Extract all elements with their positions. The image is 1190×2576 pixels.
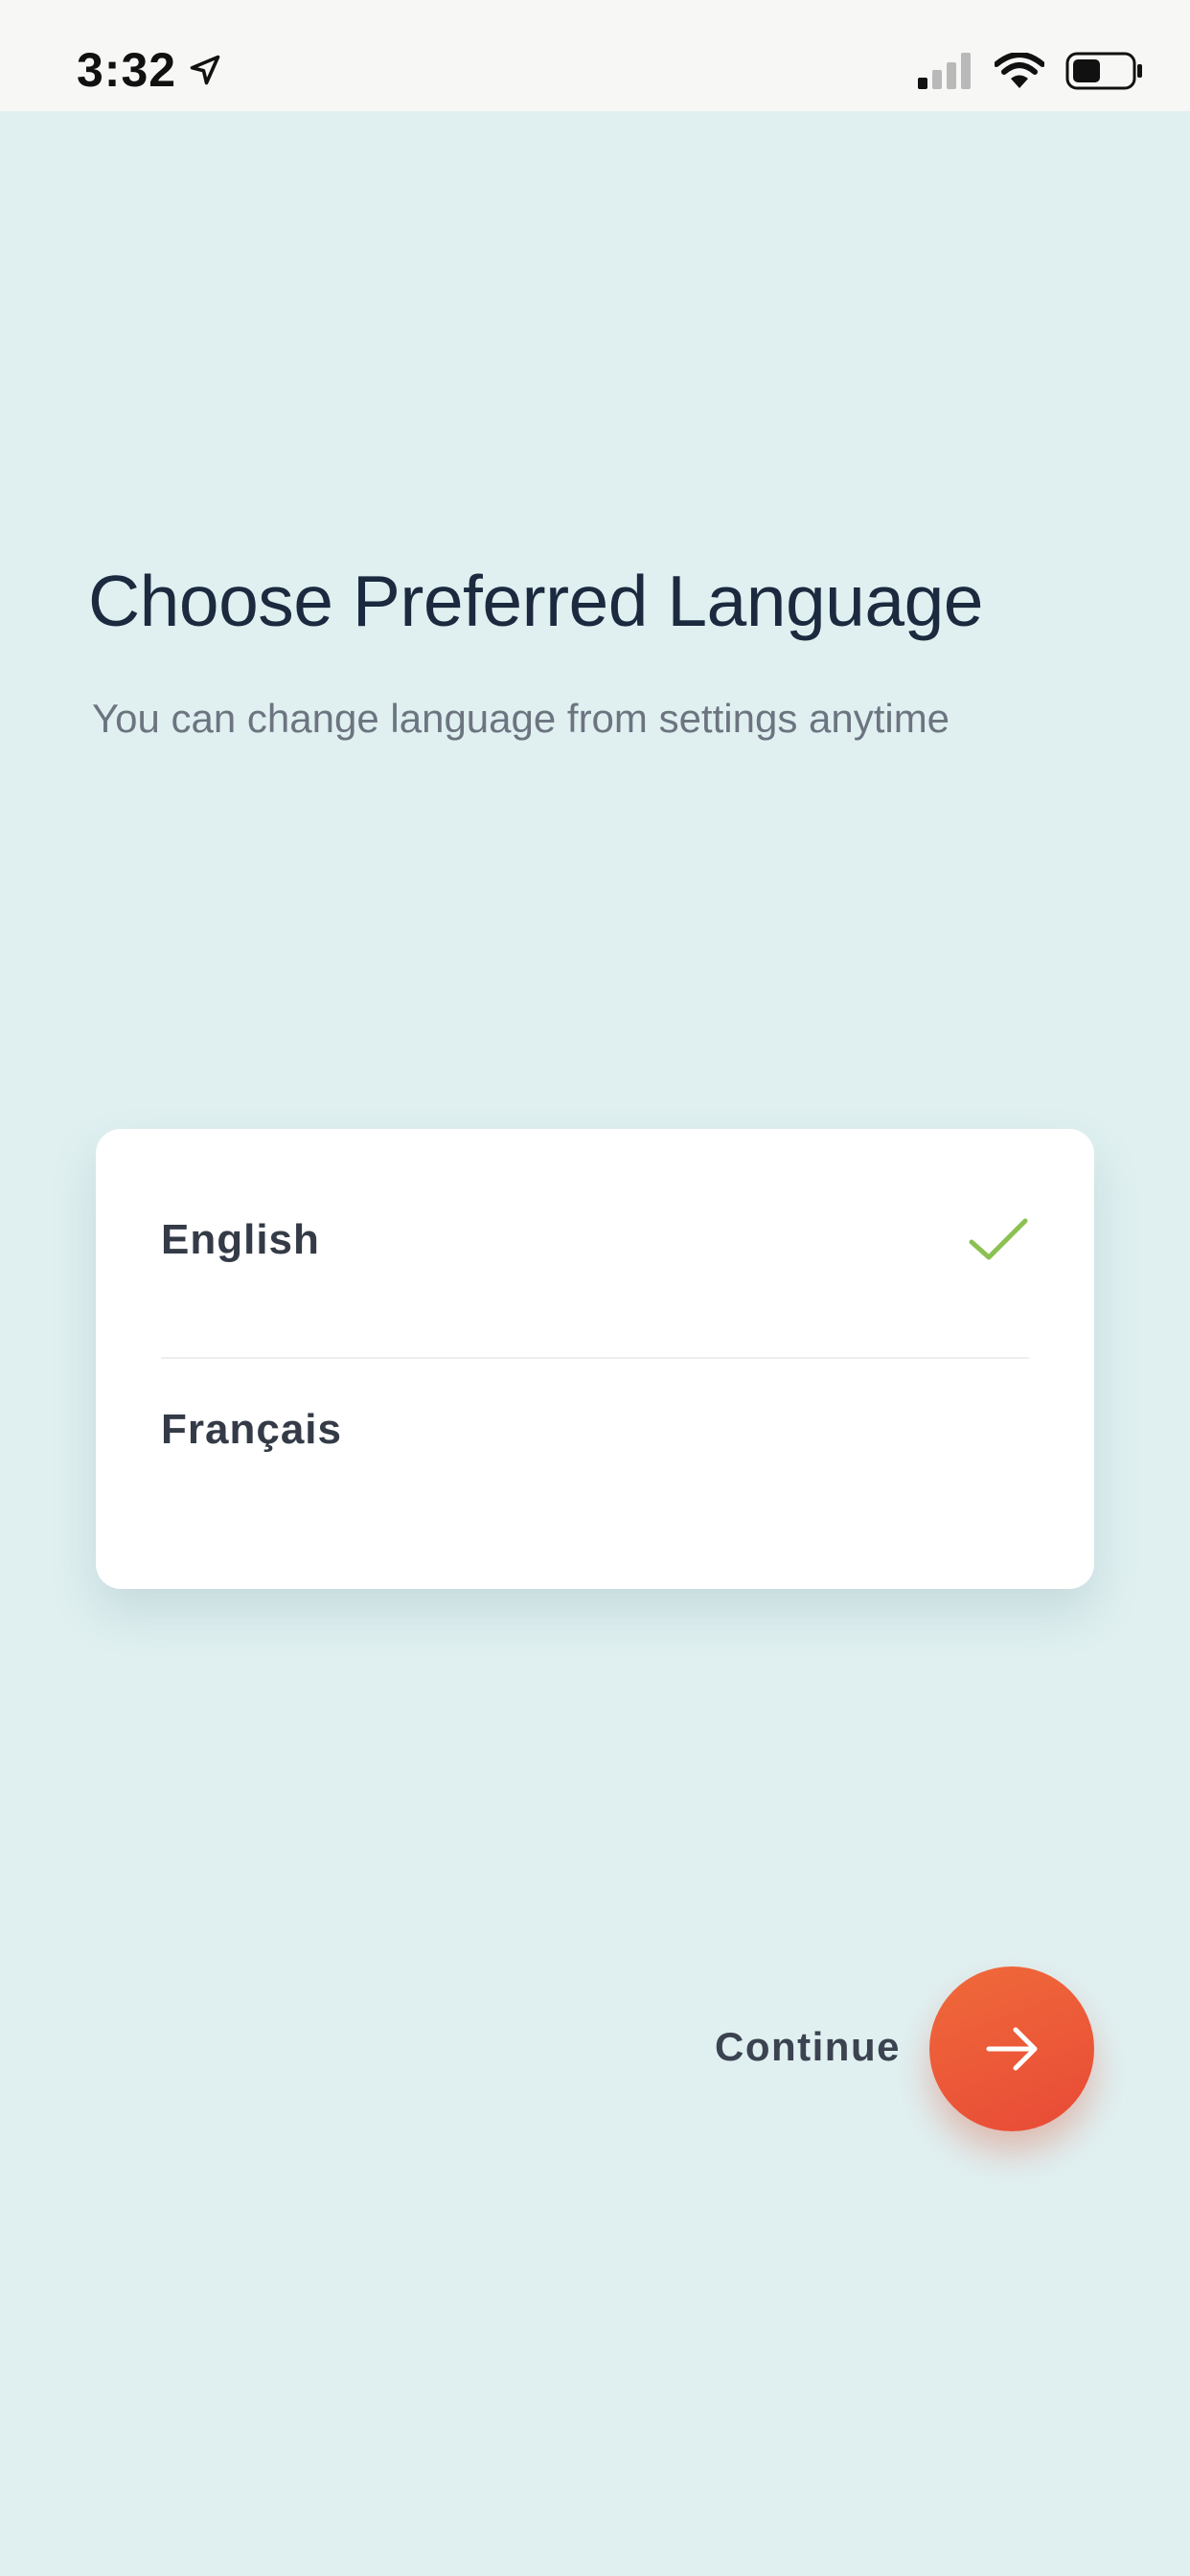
status-time: 3:32 — [77, 43, 177, 97]
status-indicators — [918, 52, 1144, 90]
arrow-right-icon — [981, 2018, 1042, 2080]
cellular-signal-icon — [918, 53, 973, 89]
status-time-group: 3:32 — [77, 42, 222, 98]
wifi-icon — [995, 53, 1044, 89]
status-bar: 3:32 — [0, 0, 1190, 111]
continue-button[interactable] — [929, 1966, 1094, 2131]
language-option-english[interactable]: English — [161, 1144, 1029, 1336]
page-title: Choose Preferred Language — [88, 561, 984, 641]
language-options-card: English Français — [96, 1129, 1094, 1589]
continue-label[interactable]: Continue — [715, 2024, 901, 2070]
checkmark-icon — [968, 1217, 1029, 1263]
language-option-francais[interactable]: Français — [161, 1334, 1029, 1526]
page-subtitle: You can change language from settings an… — [92, 696, 950, 741]
language-option-label: English — [161, 1216, 320, 1263]
battery-icon — [1065, 52, 1144, 90]
location-arrow-icon — [188, 53, 222, 87]
language-selection-screen: 3:32 Choose Preferred Language You can c… — [0, 0, 1190, 2576]
language-option-label: Français — [161, 1406, 342, 1453]
